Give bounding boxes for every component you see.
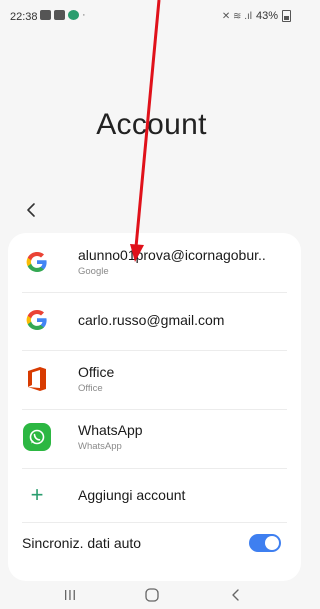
- auto-sync-label: Sincroniz. dati auto: [22, 535, 142, 551]
- home-icon: [145, 588, 159, 602]
- navigation-bar: [0, 581, 303, 609]
- chevron-left-icon: [27, 203, 35, 217]
- recents-button[interactable]: [58, 585, 82, 605]
- divider: [22, 468, 287, 469]
- google-icon: [22, 305, 52, 335]
- battery-icon: [282, 10, 291, 22]
- account-text: Office Office: [78, 364, 114, 394]
- account-text: WhatsApp WhatsApp: [78, 422, 143, 452]
- plus-icon: +: [30, 482, 44, 507]
- account-row-google-2[interactable]: carlo.russo@gmail.com: [8, 295, 301, 345]
- recents-icon: [65, 590, 75, 600]
- account-name: Office: [78, 364, 115, 380]
- account-name: WhatsApp: [78, 422, 143, 438]
- divider: [22, 350, 287, 351]
- account-text: carlo.russo@gmail.com: [78, 312, 224, 328]
- divider: [22, 292, 287, 293]
- add-account-text: Aggiungi account: [78, 487, 185, 503]
- status-right: ✕ ≋ .ıl 43%: [222, 10, 291, 22]
- status-more-dot: ·: [82, 9, 86, 21]
- account-type: Office: [78, 383, 103, 394]
- signal-icons: ✕ ≋ .ıl: [221, 10, 252, 22]
- account-text: alunno01prova@icornagobur.. Google: [78, 247, 266, 277]
- account-row-whatsapp[interactable]: WhatsApp WhatsApp: [8, 412, 301, 462]
- office-icon: [22, 364, 52, 394]
- auto-sync-text: Sincroniz. dati auto: [22, 535, 141, 551]
- status-time: 22:38: [10, 11, 38, 23]
- account-row-google-1[interactable]: alunno01prova@icornagobur.. Google: [8, 237, 301, 287]
- auto-sync-toggle[interactable]: [249, 534, 281, 552]
- account-type: WhatsApp: [78, 441, 122, 452]
- home-button[interactable]: [140, 585, 164, 605]
- whatsapp-icon: [22, 422, 52, 452]
- auto-sync-row[interactable]: Sincroniz. dati auto: [8, 523, 301, 563]
- accounts-card: alunno01prova@icornagobur.. Google carlo…: [8, 233, 301, 581]
- account-row-office[interactable]: Office Office: [8, 354, 301, 404]
- gallery-icon: [40, 10, 51, 20]
- add-account-label: Aggiungi account: [78, 487, 186, 503]
- battery-percent: 43%: [255, 10, 278, 22]
- divider: [22, 409, 287, 410]
- photo-icon: [54, 10, 65, 20]
- account-email: carlo.russo@gmail.com: [78, 312, 225, 328]
- status-bar: 22:38 · ✕ ≋ .ıl 43%: [0, 0, 303, 30]
- page-title: Account: [96, 108, 207, 141]
- back-button[interactable]: [20, 198, 44, 222]
- google-icon: [22, 247, 52, 277]
- app-notification-icon: [68, 10, 79, 20]
- account-type: Google: [78, 266, 109, 277]
- back-icon: [232, 589, 239, 601]
- back-nav-button[interactable]: [224, 585, 248, 605]
- add-account-row[interactable]: + Aggiungi account: [8, 470, 301, 520]
- notification-icons: [40, 10, 79, 20]
- account-email: alunno01prova@icornagobur..: [78, 247, 266, 263]
